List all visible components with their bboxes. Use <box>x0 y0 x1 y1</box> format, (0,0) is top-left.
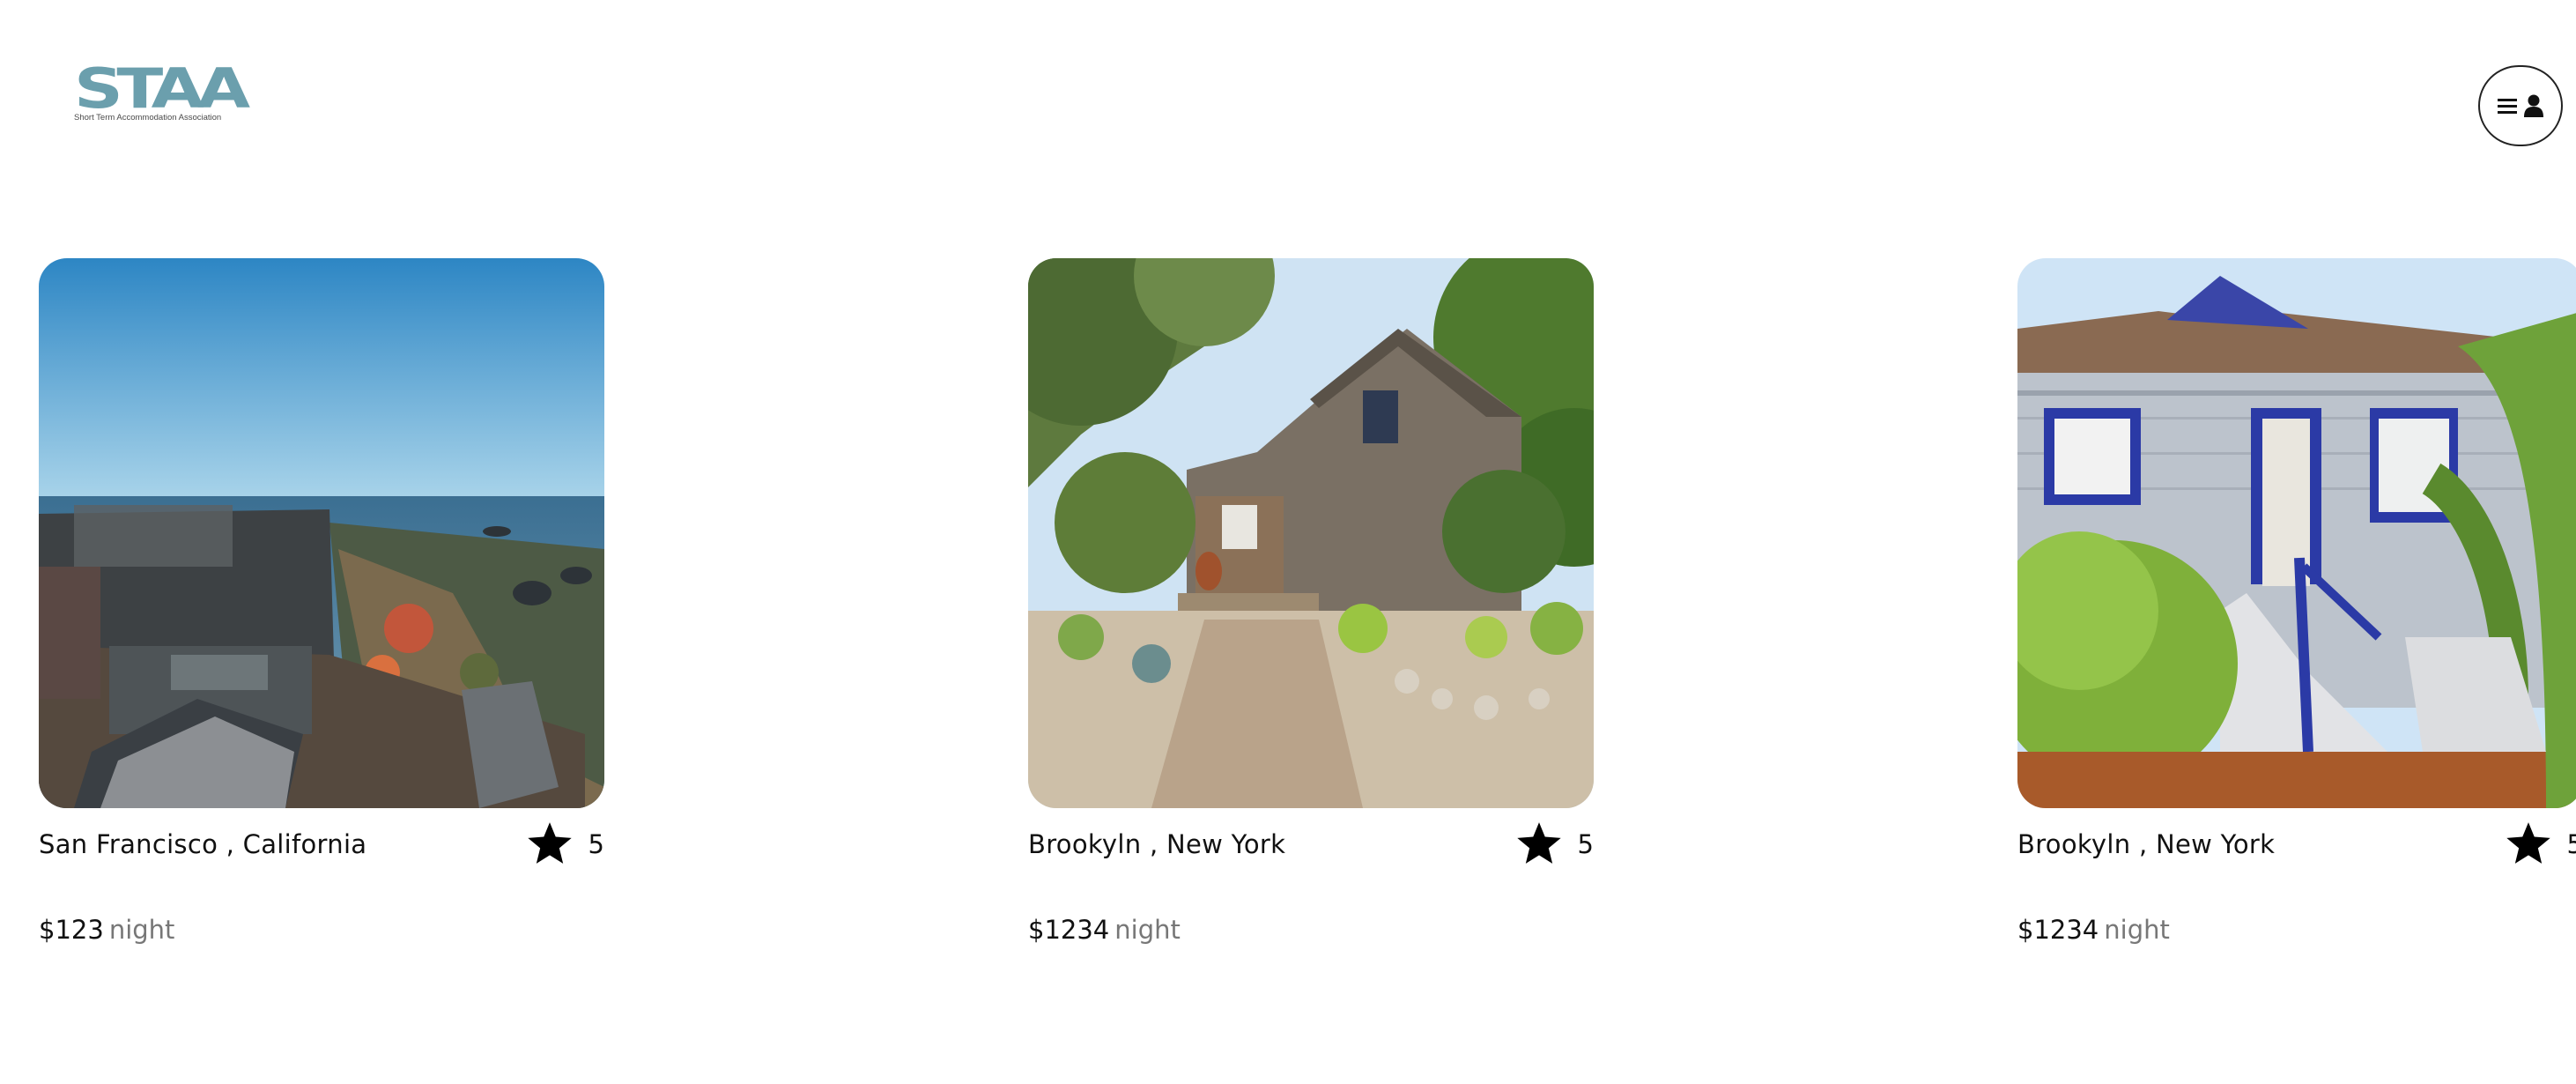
listing-card[interactable]: Brookyln , New York 5 $1234 night <box>1028 258 1594 945</box>
listing-price: $1234 <box>2017 915 2099 945</box>
listing-location[interactable]: Brookyln , New York <box>2017 829 2275 859</box>
listing-rating: 5 <box>1516 822 1594 866</box>
rating-value: 5 <box>2566 829 2576 859</box>
listing-price-row: $1234 night <box>2017 915 2170 945</box>
listing-price-row: $123 night <box>39 915 174 945</box>
listing-title-row: San Francisco , California 5 <box>39 822 604 866</box>
listing-title-row: Brookyln , New York 5 <box>1028 822 1594 866</box>
listing-rating: 5 <box>2506 822 2576 866</box>
rating-value: 5 <box>1577 829 1594 859</box>
user-menu-button[interactable] <box>2478 65 2563 146</box>
user-icon <box>2524 94 2543 117</box>
star-icon <box>2506 822 2551 866</box>
wooden-house-photo[interactable] <box>1028 258 1594 808</box>
listing-price: $1234 <box>1028 915 1110 945</box>
rating-value: 5 <box>588 829 604 859</box>
star-icon <box>1516 822 1562 866</box>
listing-card[interactable]: Brookyln , New York 5 $1234 night <box>2017 258 2576 945</box>
price-unit: night <box>2104 915 2170 945</box>
staa-logo[interactable]: STAA Short Term Accommodation Associatio… <box>74 62 250 125</box>
listings-page: STAA Short Term Accommodation Associatio… <box>0 0 2576 1084</box>
logo-subtitle: Short Term Accommodation Association <box>74 113 222 123</box>
ocean-deck-photo[interactable] <box>39 258 604 808</box>
listing-location[interactable]: Brookyln , New York <box>1028 829 1285 859</box>
blue-porch-house-photo[interactable] <box>2017 258 2576 808</box>
listing-location[interactable]: San Francisco , California <box>39 829 366 859</box>
listing-card[interactable]: San Francisco , California 5 $123 night <box>39 258 604 945</box>
price-unit: night <box>108 915 175 945</box>
listing-price-row: $1234 night <box>1028 915 1181 945</box>
logo-wordmark: STAA <box>74 56 250 121</box>
listing-price: $123 <box>39 915 104 945</box>
listing-title-row: Brookyln , New York 5 <box>2017 822 2576 866</box>
hamburger-icon <box>2498 97 2517 115</box>
listing-rating: 5 <box>527 822 604 866</box>
star-icon <box>527 822 573 866</box>
price-unit: night <box>1114 915 1181 945</box>
